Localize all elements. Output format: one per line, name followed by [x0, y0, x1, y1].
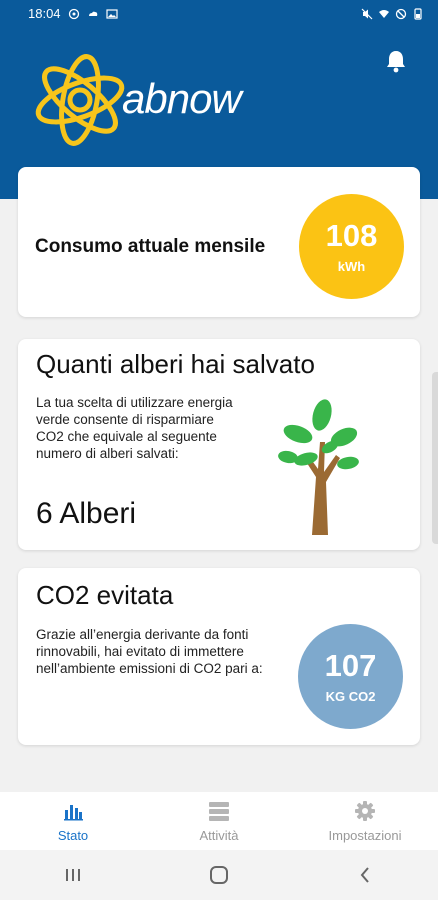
home-button[interactable] [207, 863, 231, 887]
bottom-nav: Stato Attività Impostazioni [0, 792, 438, 850]
back-button[interactable] [353, 863, 377, 887]
nav-tab-impostazioni[interactable]: Impostazioni [292, 792, 438, 850]
co2-badge: 107 KG CO2 [298, 624, 403, 729]
mute-icon [361, 8, 373, 19]
gear-icon [355, 800, 375, 821]
edge-panel-handle[interactable] [432, 372, 438, 544]
server-icon [209, 801, 229, 821]
consumption-card: Consumo attuale mensile 108 kWh [18, 167, 420, 317]
battery-icon [414, 7, 422, 20]
trees-description: La tua scelta di utilizzare energia verd… [36, 395, 233, 461]
cloud-icon [88, 11, 97, 16]
brand-name: abnow [122, 75, 242, 122]
trees-card: Quanti alberi hai salvato La tua scelta … [18, 339, 420, 550]
recent-apps-icon [66, 869, 80, 881]
trees-title: Quanti alberi hai salvato [36, 349, 315, 379]
status-time: 18:04 [28, 6, 61, 21]
whatsapp-icon [68, 8, 79, 19]
bar-chart-icon [64, 804, 83, 820]
nav-tab-attivita[interactable]: Attività [146, 792, 292, 850]
back-icon [360, 867, 369, 883]
co2-title: CO2 evitata [36, 580, 174, 610]
nav-label-attivita: Attività [199, 827, 239, 843]
consumption-label: Consumo attuale mensile [35, 236, 266, 257]
home-icon [210, 866, 228, 884]
nav-label-impostazioni: Impostazioni [328, 827, 402, 843]
status-bar: 18:04 [0, 0, 438, 27]
nav-label-stato: Stato [57, 827, 89, 843]
co2-card: CO2 evitata Grazie all’energia derivante… [18, 568, 420, 745]
co2-unit: KG CO2 [325, 688, 376, 704]
consumption-unit: kWh [337, 258, 366, 274]
trees-count: 6 Alberi [36, 497, 137, 530]
nav-tab-stato[interactable]: Stato [0, 792, 146, 850]
wifi-icon [379, 9, 389, 18]
co2-value: 107 [324, 647, 377, 683]
blocked-icon [395, 8, 407, 19]
image-icon [105, 8, 118, 19]
consumption-value: 108 [325, 217, 378, 253]
consumption-badge: 108 kWh [299, 194, 404, 299]
system-nav-bar [0, 850, 438, 900]
bell-icon[interactable] [385, 49, 407, 73]
recent-apps-button[interactable] [61, 863, 85, 887]
co2-description: Grazie all’energia derivante da fonti ri… [36, 627, 263, 676]
tree-icon [278, 399, 359, 535]
